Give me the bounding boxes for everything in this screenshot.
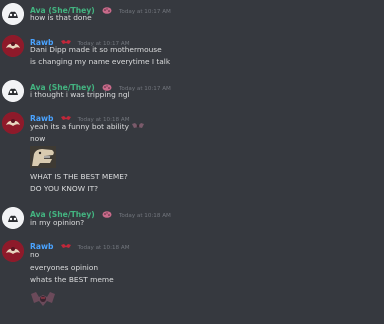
message-text: now [30,134,46,143]
message-text: no [30,250,40,259]
avatar[interactable] [2,207,24,229]
message-timestamp: Today at 10:18 AM [118,213,171,219]
red-bat-badge-icon [60,240,71,248]
avatar[interactable] [2,80,24,102]
message-text: how is that done [30,13,92,22]
message-text: is changing my name everytime I talk [30,57,171,66]
avatar[interactable] [2,3,24,25]
message-text: in my opinion? [30,218,85,227]
spotted-pig-badge-icon [102,81,112,91]
avatar[interactable] [2,35,24,57]
message-text: i thought i was tripping ngl [30,90,130,99]
message-timestamp: Today at 10:18 AM [77,245,130,251]
spotted-pig-badge-icon [102,208,112,218]
message-text: whats the BEST meme [30,275,114,284]
dinosaur-meme-image[interactable] [30,146,56,172]
bat-emoji-icon[interactable] [30,288,56,314]
message-text: WHAT IS THE BEST MEME? [30,172,128,181]
bat-emoji-icon [132,122,145,130]
red-bat-badge-icon [60,112,71,120]
message-timestamp: Today at 10:17 AM [118,9,171,15]
avatar[interactable] [2,240,24,262]
message-text: everyones opinion [30,263,99,272]
avatar[interactable] [2,112,24,134]
message-text: DO YOU KNOW IT? [30,184,99,193]
chat-message-list: Ava (She/They) Today at 10:17 AM how is … [0,0,384,324]
red-bat-badge-icon [60,36,71,44]
message-text: yeah its a funny bot ability [30,122,130,131]
spotted-pig-badge-icon [102,4,112,14]
message-text: Dani Dipp made it so mothermouse [30,45,162,54]
